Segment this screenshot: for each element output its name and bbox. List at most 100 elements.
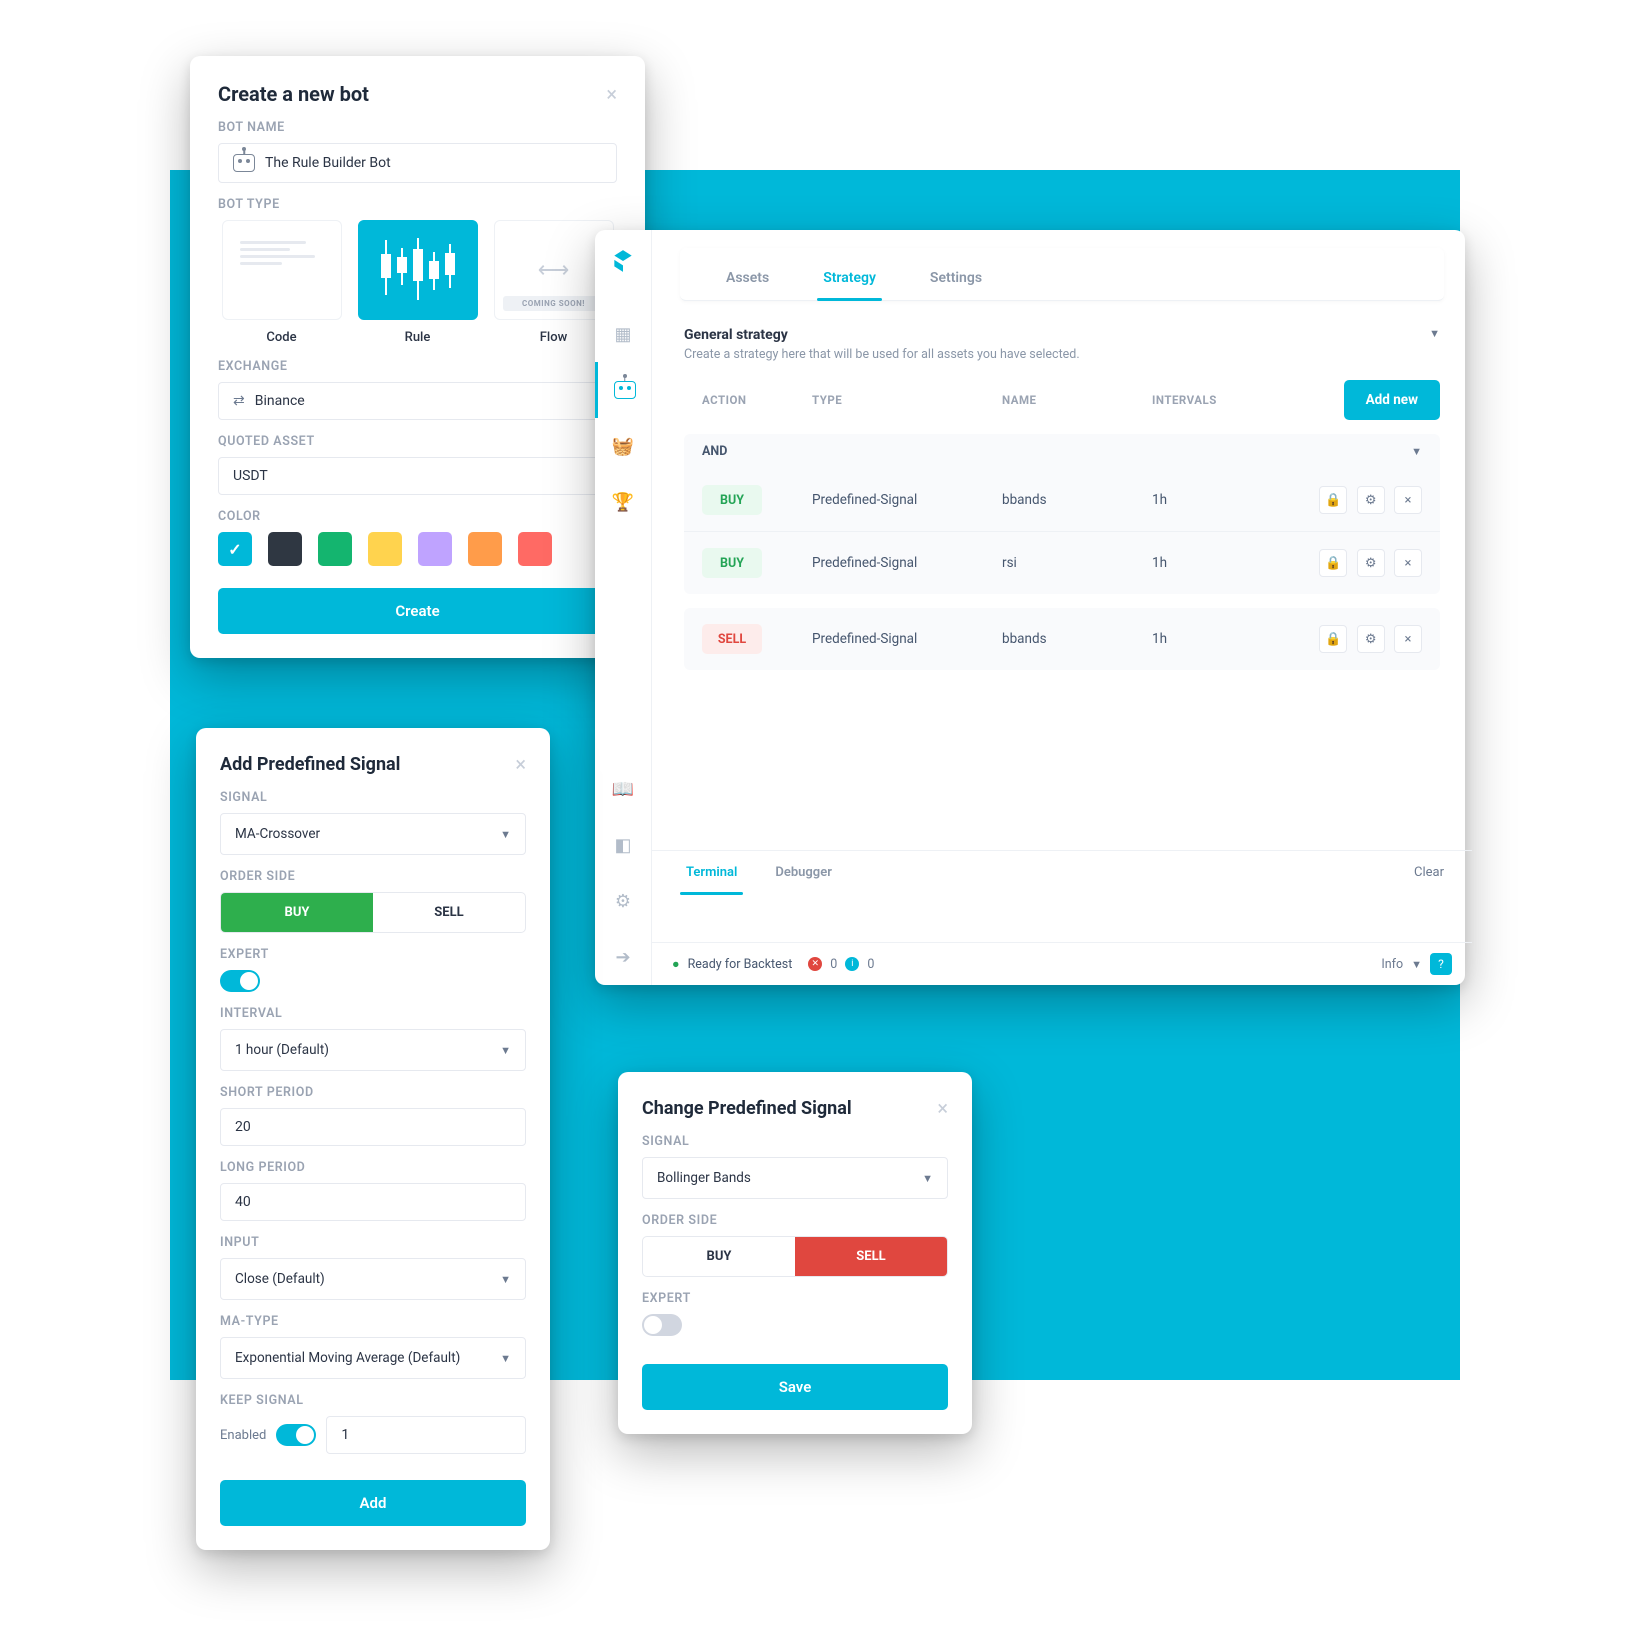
long-period-value: 40 [235, 1194, 251, 1210]
order-side-sell[interactable]: SELL [795, 1237, 947, 1276]
and-group: AND ▼ BUY Predefined-Signal bbands 1h 🔒 … [684, 434, 1440, 594]
col-intervals: INTERVALS [1152, 393, 1272, 407]
color-swatch[interactable] [468, 532, 502, 566]
input-value: Close (Default) [235, 1271, 325, 1287]
interval-label: INTERVAL [220, 1006, 526, 1021]
exchange-input[interactable]: ⇄ Binance [218, 382, 617, 420]
bot-name-input[interactable]: The Rule Builder Bot [218, 143, 617, 183]
add-new-button[interactable]: Add new [1344, 380, 1440, 420]
bot-type-rule[interactable] [358, 220, 478, 320]
signal-select[interactable]: Bollinger Bands▼ [642, 1157, 948, 1199]
delete-icon[interactable]: × [1394, 486, 1422, 514]
bot-type-rule-label: Rule [358, 330, 478, 345]
chevron-down-icon[interactable]: ▼ [1429, 327, 1440, 340]
gear-icon[interactable]: ⚙ [1357, 486, 1385, 514]
action-badge-buy: BUY [702, 548, 762, 578]
strategy-row: BUY Predefined-Signal bbands 1h 🔒 ⚙ × [684, 469, 1440, 532]
sidebar-dashboard-icon[interactable]: ▦ [595, 306, 651, 362]
lock-icon[interactable]: 🔒 [1319, 549, 1347, 577]
order-side-sell[interactable]: SELL [373, 893, 525, 932]
interval-value: 1 hour (Default) [235, 1042, 329, 1058]
delete-icon[interactable]: × [1394, 549, 1422, 577]
error-count: 0 [830, 957, 837, 972]
sidebar-discord-icon[interactable]: ◧ [595, 817, 651, 873]
chevron-down-icon: ▼ [500, 1352, 511, 1365]
create-button[interactable]: Create [218, 588, 617, 634]
order-side-buy[interactable]: BUY [221, 893, 373, 932]
sidebar-settings-icon[interactable]: ⚙ [595, 873, 651, 929]
quoted-asset-input[interactable]: USDT [218, 457, 617, 495]
row-name: rsi [1002, 555, 1152, 571]
close-icon[interactable]: × [606, 82, 617, 106]
order-side-label: ORDER SIDE [642, 1213, 948, 1228]
lock-icon[interactable]: 🔒 [1319, 486, 1347, 514]
long-period-label: LONG PERIOD [220, 1160, 526, 1175]
keep-signal-value-input[interactable]: 1 [326, 1416, 526, 1454]
keep-signal-toggle[interactable] [276, 1424, 316, 1446]
chevron-down-icon[interactable]: ▼ [1411, 958, 1422, 971]
bot-type-code-label: Code [222, 330, 342, 345]
order-side-label: ORDER SIDE [220, 869, 526, 884]
tab-settings[interactable]: Settings [924, 256, 988, 300]
color-swatch[interactable] [268, 532, 302, 566]
delete-icon[interactable]: × [1394, 625, 1422, 653]
add-signal-panel: Add Predefined Signal × SIGNAL MA-Crosso… [196, 728, 550, 1550]
tab-debugger[interactable]: Debugger [769, 851, 838, 894]
gear-icon[interactable]: ⚙ [1357, 549, 1385, 577]
color-swatch[interactable] [218, 532, 252, 566]
chevron-down-icon[interactable]: ▼ [1411, 445, 1422, 458]
expert-toggle[interactable] [642, 1314, 682, 1336]
help-icon[interactable]: ? [1430, 953, 1452, 975]
color-swatch[interactable] [418, 532, 452, 566]
add-button[interactable]: Add [220, 1480, 526, 1526]
input-select[interactable]: Close (Default)▼ [220, 1258, 526, 1300]
row-interval: 1h [1152, 492, 1272, 508]
long-period-input[interactable]: 40 [220, 1183, 526, 1221]
bot-icon [233, 154, 255, 172]
change-signal-panel: Change Predefined Signal × SIGNAL Bollin… [618, 1072, 972, 1434]
lock-icon[interactable]: 🔒 [1319, 625, 1347, 653]
interval-select[interactable]: 1 hour (Default)▼ [220, 1029, 526, 1071]
info-label[interactable]: Info [1381, 957, 1403, 972]
row-type: Predefined-Signal [812, 631, 1002, 647]
col-type: TYPE [812, 393, 1002, 407]
tab-assets[interactable]: Assets [720, 256, 775, 300]
save-button[interactable]: Save [642, 1364, 948, 1410]
row-interval: 1h [1152, 631, 1272, 647]
color-swatch[interactable] [518, 532, 552, 566]
bot-icon [614, 381, 636, 399]
order-side-buy[interactable]: BUY [643, 1237, 795, 1276]
sidebar-trophy-icon[interactable]: 🏆 [595, 474, 651, 530]
tab-terminal[interactable]: Terminal [680, 851, 743, 894]
exchange-icon: ⇄ [233, 393, 245, 409]
color-swatch[interactable] [318, 532, 352, 566]
signal-select[interactable]: MA-Crossover▼ [220, 813, 526, 855]
close-icon[interactable]: × [937, 1096, 948, 1120]
exchange-value: Binance [255, 393, 305, 409]
gear-icon[interactable]: ⚙ [1357, 625, 1385, 653]
sidebar-docs-icon[interactable]: 📖 [595, 761, 651, 817]
expert-toggle[interactable] [220, 970, 260, 992]
check-icon: ● [672, 957, 680, 972]
close-icon[interactable]: × [515, 752, 526, 776]
expert-label: EXPERT [642, 1291, 948, 1306]
chevron-down-icon: ▼ [500, 828, 511, 841]
logo-icon [610, 248, 636, 278]
short-period-input[interactable]: 20 [220, 1108, 526, 1146]
row-type: Predefined-Signal [812, 492, 1002, 508]
keep-signal-label: KEEP SIGNAL [220, 1393, 526, 1408]
signal-value: Bollinger Bands [657, 1170, 751, 1186]
clear-button[interactable]: Clear [1414, 865, 1444, 880]
sell-row-block: SELL Predefined-Signal bbands 1h 🔒 ⚙ × [684, 608, 1440, 670]
matype-select[interactable]: Exponential Moving Average (Default)▼ [220, 1337, 526, 1379]
keep-signal-value: 1 [341, 1427, 349, 1443]
sidebar-marketplace-icon[interactable]: 🧺 [595, 418, 651, 474]
sidebar-collapse-icon[interactable]: ➔ [595, 929, 651, 985]
tab-strategy[interactable]: Strategy [817, 256, 882, 300]
color-swatch[interactable] [368, 532, 402, 566]
row-name: bbands [1002, 492, 1152, 508]
signal-label: SIGNAL [220, 790, 526, 805]
strategy-row: SELL Predefined-Signal bbands 1h 🔒 ⚙ × [684, 608, 1440, 670]
sidebar-bots-icon[interactable] [595, 362, 651, 418]
bot-type-code[interactable] [222, 220, 342, 320]
